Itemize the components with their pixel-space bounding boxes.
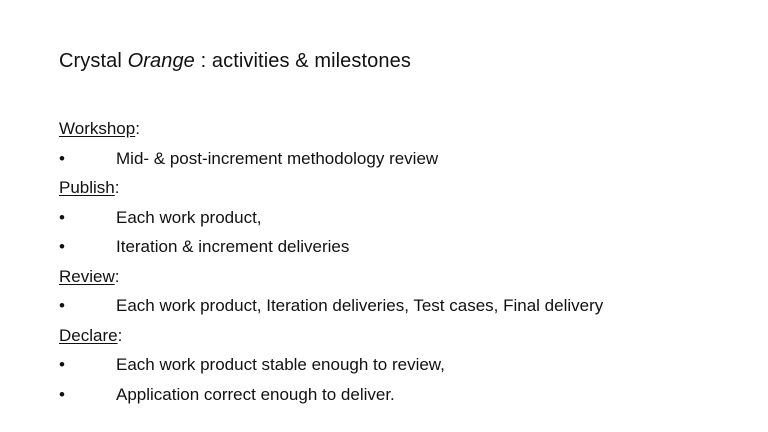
bullet-item: • Application correct enough to deliver. (59, 380, 739, 410)
section-heading-declare: Declare: (59, 321, 739, 351)
bullet-item: • Iteration & increment deliveries (59, 232, 739, 262)
heading-text: Review (59, 266, 115, 286)
bullet-text: Each work product stable enough to revie… (116, 355, 445, 374)
title-text-italic: Orange (127, 50, 195, 72)
bullet-icon: • (59, 384, 65, 404)
heading-text: Declare (59, 325, 118, 345)
bullet-text: Each work product, (116, 207, 262, 227)
heading-colon: : (114, 266, 120, 286)
heading-colon: : (114, 178, 120, 197)
title-text-start: Crystal (59, 50, 128, 72)
slide-content: Workshop: • Mid- & post-increment method… (59, 114, 739, 409)
bullet-text: Iteration & increment deliveries (116, 237, 350, 256)
heading-text: Workshop (59, 119, 136, 138)
section-heading-workshop: Workshop: (59, 114, 739, 144)
bullet-item: • Each work product, Iteration deliverie… (59, 291, 739, 321)
heading-text: Publish (59, 178, 115, 197)
bullet-text: Each work product, Iteration deliveries,… (116, 296, 604, 315)
section-heading-review: Review: (59, 262, 739, 292)
bullet-item: • Each work product, (59, 203, 739, 233)
bullet-text: Application correct enough to deliver. (116, 384, 395, 404)
bullet-item: • Each work product stable enough to rev… (59, 350, 739, 380)
slide: Crystal Orange : activities & milestones… (0, 0, 768, 432)
section-heading-publish: Publish: (59, 173, 739, 203)
bullet-icon: • (59, 237, 65, 256)
bullet-icon: • (59, 355, 65, 374)
slide-title: Crystal Orange : activities & milestones (59, 50, 411, 73)
heading-colon: : (135, 119, 140, 138)
bullet-icon: • (59, 296, 65, 315)
bullet-icon: • (59, 148, 65, 168)
heading-colon: : (117, 325, 123, 345)
bullet-text: Mid- & post-increment methodology review (116, 148, 439, 168)
title-text-end: : activities & milestones (194, 50, 411, 72)
bullet-icon: • (59, 207, 65, 227)
bullet-item: • Mid- & post-increment methodology revi… (59, 144, 739, 174)
